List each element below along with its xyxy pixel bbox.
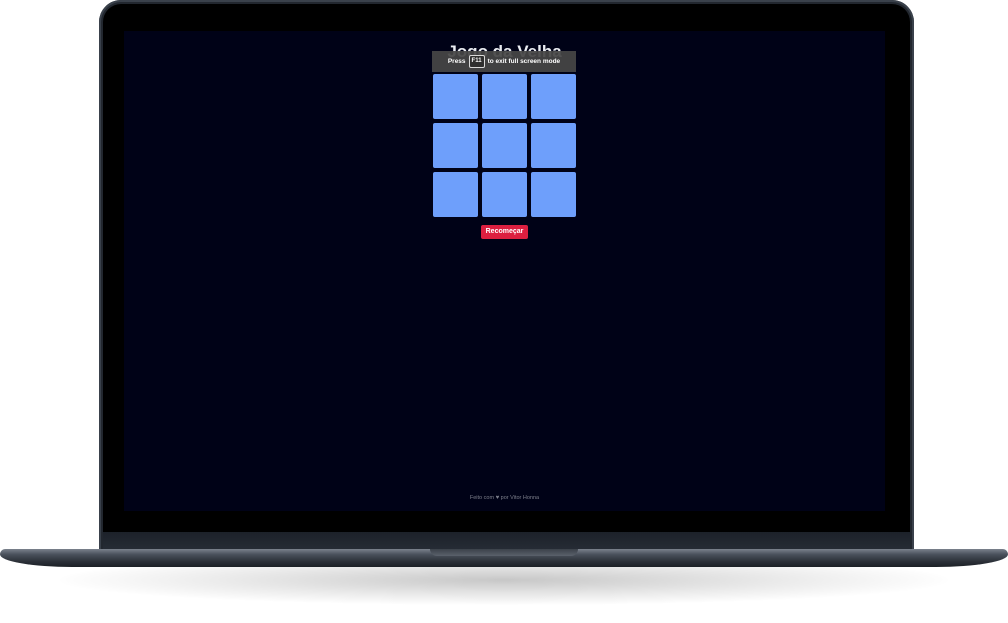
fullscreen-notice-prefix: Press [447, 58, 466, 65]
footer-author: por Vitor Honna [500, 495, 540, 501]
game-board [433, 74, 576, 217]
screen-chin [103, 532, 910, 550]
footer-prefix: Feito com [469, 495, 495, 501]
board-cell-9[interactable] [531, 172, 576, 217]
laptop-mockup: Jogo da Velha Press F11 to exit full scr… [0, 0, 1008, 623]
board-cell-5[interactable] [482, 123, 527, 168]
board-cell-8[interactable] [482, 172, 527, 217]
heart-icon: ♥ [495, 495, 500, 501]
board-cell-3[interactable] [531, 74, 576, 119]
board-cell-2[interactable] [482, 74, 527, 119]
board-cell-7[interactable] [433, 172, 478, 217]
f11-key-badge: F11 [468, 55, 485, 68]
laptop-notch [430, 549, 578, 556]
board-cell-1[interactable] [433, 74, 478, 119]
app-screen: Jogo da Velha Press F11 to exit full scr… [124, 31, 885, 511]
board-cell-6[interactable] [531, 123, 576, 168]
board-cell-4[interactable] [433, 123, 478, 168]
footer: Feito com ♥ por Vitor Honna [124, 494, 885, 502]
fullscreen-notice: Press F11 to exit full screen mode [432, 51, 576, 72]
fullscreen-notice-suffix: to exit full screen mode [487, 58, 561, 65]
restart-button[interactable]: Recomeçar [481, 225, 528, 239]
